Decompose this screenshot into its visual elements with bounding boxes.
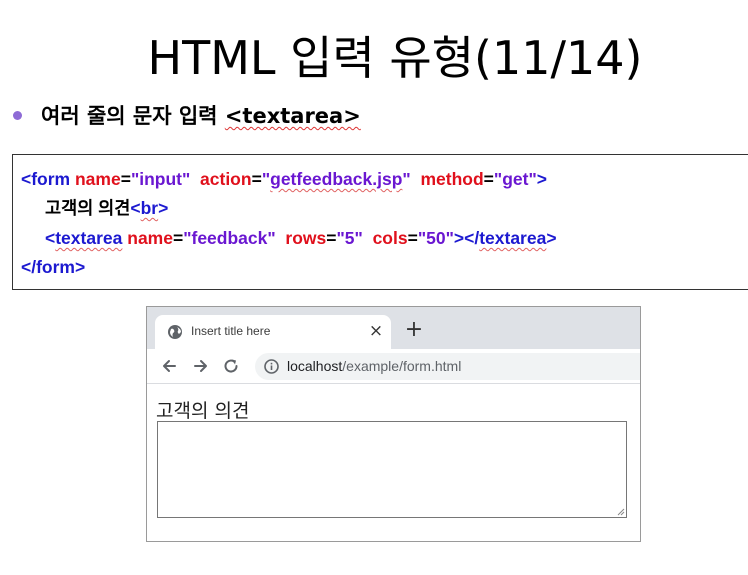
code-line-form-open: <form name="input" action="getfeedback.j… bbox=[21, 167, 547, 191]
code-token: = bbox=[172, 228, 184, 248]
code-token: > bbox=[546, 228, 557, 248]
browser-tab[interactable]: Insert title here × bbox=[155, 315, 391, 349]
code-line-form-close: </form> bbox=[21, 255, 85, 279]
code-sample-box: <form name="input" action="getfeedback.j… bbox=[12, 154, 748, 290]
code-token: = bbox=[251, 169, 262, 189]
code-token: " bbox=[402, 169, 411, 189]
bullet-dot-icon bbox=[13, 110, 22, 120]
info-icon[interactable] bbox=[263, 358, 280, 375]
resize-grip-icon[interactable] bbox=[616, 507, 625, 516]
code-token: = bbox=[326, 228, 337, 248]
code-token: < bbox=[130, 198, 141, 218]
tab-strip: Insert title here × + bbox=[147, 307, 640, 349]
address-bar[interactable]: localhost/example/form.html bbox=[255, 353, 640, 380]
code-token: 고객의 의견 bbox=[45, 198, 131, 218]
code-token: </form> bbox=[21, 257, 86, 277]
code-token: method bbox=[420, 169, 484, 189]
code-token: < bbox=[45, 228, 56, 248]
code-line-textarea: <textarea name="feedback" rows="5" cols=… bbox=[45, 226, 557, 250]
code-token: = bbox=[120, 169, 131, 189]
back-arrow-icon[interactable] bbox=[159, 356, 179, 376]
code-token: "input" bbox=[130, 169, 191, 189]
globe-icon bbox=[168, 325, 182, 339]
browser-toolbar: localhost/example/form.html bbox=[147, 349, 640, 384]
code-token: = bbox=[407, 228, 418, 248]
code-token: "50" bbox=[417, 228, 454, 248]
new-tab-button[interactable]: + bbox=[404, 319, 424, 341]
forward-arrow-icon[interactable] bbox=[191, 356, 211, 376]
code-token: = bbox=[483, 169, 494, 189]
url-path: /example/form.html bbox=[342, 358, 462, 374]
code-token: > bbox=[536, 169, 547, 189]
bullet-item: 여러 줄의 문자 입력 <textarea> bbox=[10, 98, 361, 132]
code-token: name bbox=[74, 169, 121, 189]
browser-window: Insert title here × + localhost/example/… bbox=[146, 306, 641, 542]
code-token: textarea bbox=[55, 228, 123, 248]
bullet-text-prefix: 여러 줄의 문자 입력 bbox=[41, 104, 225, 128]
bullet-tag: <textarea> bbox=[224, 104, 361, 128]
code-token: > bbox=[158, 198, 169, 218]
code-token: name bbox=[127, 228, 173, 248]
code-token: br bbox=[140, 198, 159, 218]
reload-icon[interactable] bbox=[221, 356, 241, 376]
code-token: " bbox=[261, 169, 271, 189]
slide-title: HTML 입력 유형(11/14) bbox=[147, 31, 643, 85]
code-token: "get" bbox=[493, 169, 537, 189]
code-token: getfeedback.jsp bbox=[270, 169, 403, 189]
code-token: textarea bbox=[479, 228, 547, 248]
close-tab-icon[interactable]: × bbox=[367, 321, 385, 341]
feedback-textarea[interactable] bbox=[157, 421, 627, 518]
url-host: localhost bbox=[287, 358, 343, 374]
code-token: ></ bbox=[453, 228, 480, 248]
bullet-text: 여러 줄의 문자 입력 <textarea> bbox=[41, 100, 361, 130]
code-token: <form bbox=[21, 169, 71, 189]
code-token: action bbox=[200, 169, 252, 189]
url-text: localhost/example/form.html bbox=[287, 358, 461, 374]
feedback-label: 고객의 의견 bbox=[156, 400, 250, 422]
code-line-label: 고객의 의견<br> bbox=[45, 196, 168, 220]
tab-title: Insert title here bbox=[191, 324, 271, 338]
code-token: rows bbox=[285, 228, 327, 248]
code-token: cols bbox=[372, 228, 408, 248]
code-token: "feedback" bbox=[183, 228, 276, 248]
code-token: "5" bbox=[336, 228, 363, 248]
